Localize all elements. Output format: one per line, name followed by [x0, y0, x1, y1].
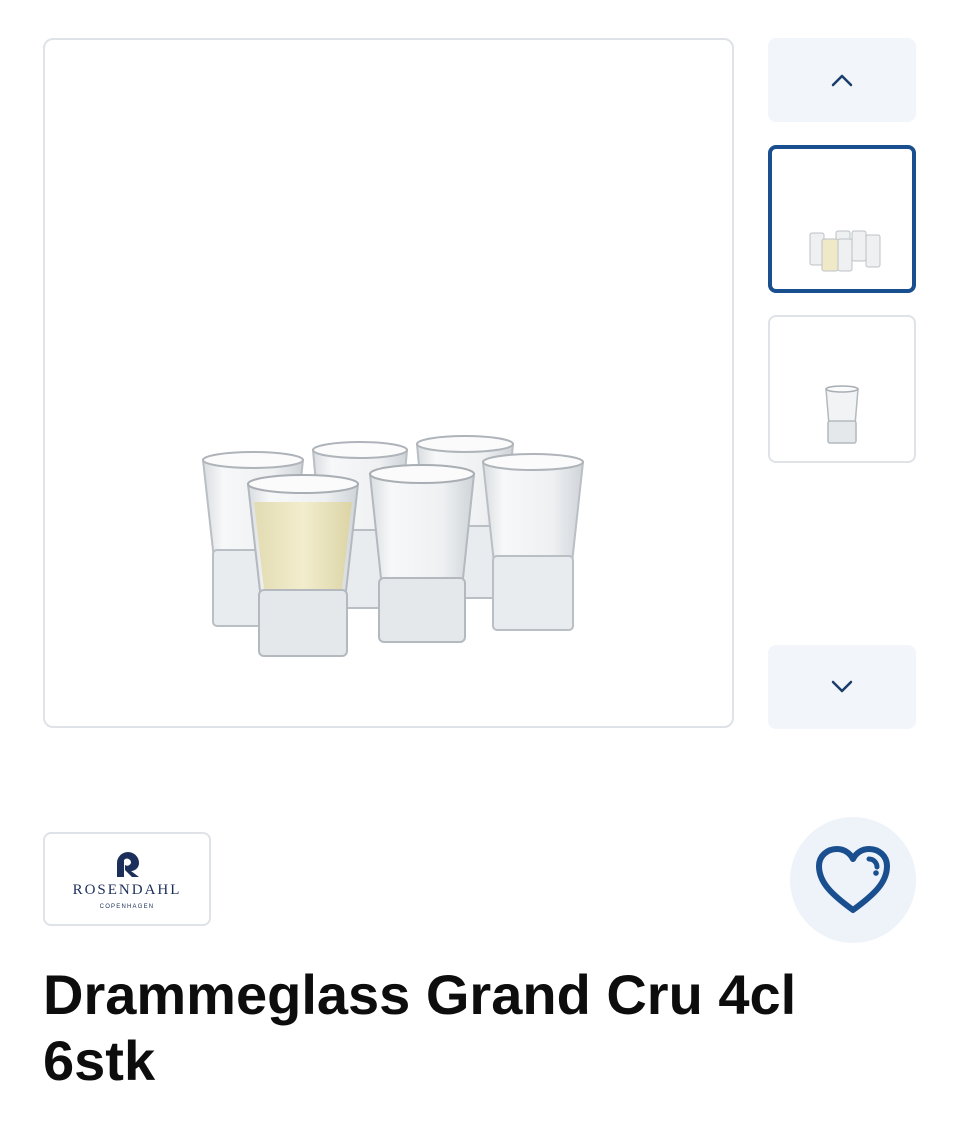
thumbnail-2[interactable]	[768, 315, 916, 463]
brand-subtitle: COPENHAGEN	[99, 904, 155, 910]
single-shot-glass-thumbnail	[825, 385, 859, 444]
gallery-scroll-down-button[interactable]	[768, 645, 916, 729]
shot-glasses-set-photo	[201, 435, 585, 657]
main-product-image[interactable]	[43, 38, 734, 728]
product-title: Drammeglass Grand Cru 4cl 6stk	[43, 963, 797, 1092]
brand-logo-link[interactable]: ROSENDAHL COPENHAGEN	[43, 832, 211, 926]
chevron-down-icon	[831, 680, 853, 693]
favorite-button[interactable]	[790, 817, 916, 943]
shot-glasses-set-thumbnail	[809, 230, 881, 272]
thumbnail-1[interactable]	[768, 145, 916, 293]
chevron-up-icon	[831, 74, 853, 87]
heart-icon	[816, 846, 890, 913]
brand-name: ROSENDAHL	[72, 882, 182, 898]
rosendahl-logo-icon	[117, 852, 139, 877]
gallery-scroll-up-button[interactable]	[768, 38, 916, 122]
